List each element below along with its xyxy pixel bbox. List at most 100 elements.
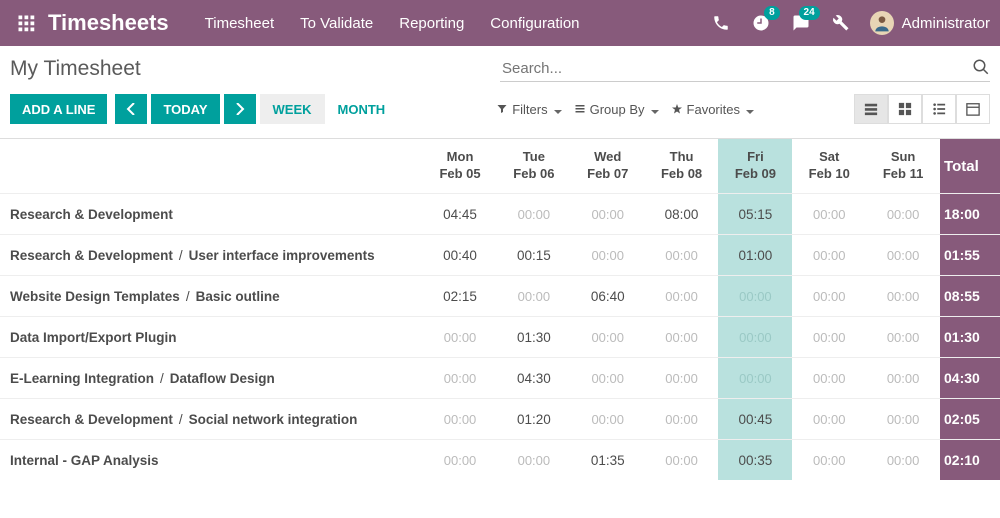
view-calendar-button[interactable]	[956, 94, 990, 124]
row-label[interactable]: Data Import/Export Plugin	[0, 317, 423, 357]
view-kanban-button[interactable]	[888, 94, 922, 124]
next-button[interactable]	[224, 94, 256, 124]
time-cell[interactable]: 02:15	[423, 276, 497, 316]
time-cell[interactable]: 00:00	[423, 440, 497, 480]
grid-header-day: TueFeb 06	[497, 139, 571, 193]
time-cell[interactable]: 00:00	[866, 317, 940, 357]
date-nav: TODAY	[115, 94, 255, 124]
time-cell[interactable]: 06:40	[571, 276, 645, 316]
time-cell[interactable]: 00:00	[718, 276, 792, 316]
grid-header-day: SunFeb 11	[866, 139, 940, 193]
row-label[interactable]: Internal - GAP Analysis	[0, 440, 423, 480]
grid-header-row: MonFeb 05TueFeb 06WedFeb 07ThuFeb 08FriF…	[0, 139, 1000, 193]
row-label[interactable]: Research & Development	[0, 194, 423, 234]
time-cell[interactable]: 05:15	[718, 194, 792, 234]
time-cell[interactable]: 00:00	[792, 358, 866, 398]
grid-header-day: SatFeb 10	[792, 139, 866, 193]
time-cell[interactable]: 00:00	[792, 317, 866, 357]
row-total: 08:55	[940, 276, 1000, 316]
row-label[interactable]: Research & Development/Social network in…	[0, 399, 423, 439]
time-cell[interactable]: 00:00	[792, 399, 866, 439]
range-week-button[interactable]: WEEK	[260, 94, 325, 124]
row-total: 18:00	[940, 194, 1000, 234]
time-cell[interactable]: 00:00	[718, 317, 792, 357]
time-cell[interactable]: 00:00	[423, 399, 497, 439]
time-cell[interactable]: 00:00	[571, 317, 645, 357]
apps-launcher-button[interactable]	[12, 9, 40, 37]
range-month-button[interactable]: MONTH	[325, 94, 399, 124]
time-cell[interactable]: 00:00	[497, 194, 571, 234]
table-row: Research & Development04:4500:0000:0008:…	[0, 193, 1000, 234]
timesheet-grid: MonFeb 05TueFeb 06WedFeb 07ThuFeb 08FriF…	[0, 139, 1000, 480]
time-cell[interactable]: 00:00	[866, 235, 940, 275]
row-label[interactable]: E-Learning Integration/Dataflow Design	[0, 358, 423, 398]
phone-button[interactable]	[710, 12, 732, 34]
time-cell[interactable]: 08:00	[645, 194, 719, 234]
activities-button[interactable]: 8	[750, 12, 772, 34]
time-cell[interactable]: 00:45	[718, 399, 792, 439]
time-cell[interactable]: 00:00	[645, 235, 719, 275]
search-icon[interactable]	[972, 58, 990, 79]
time-cell[interactable]: 00:00	[571, 194, 645, 234]
filters-label: Filters	[512, 102, 547, 117]
time-cell[interactable]: 00:00	[792, 440, 866, 480]
time-cell[interactable]: 00:00	[792, 194, 866, 234]
groupby-dropdown[interactable]: Group By	[574, 102, 659, 117]
search-input[interactable]	[500, 56, 990, 82]
time-cell[interactable]: 00:00	[645, 399, 719, 439]
time-cell[interactable]: 00:00	[645, 440, 719, 480]
view-grid-button[interactable]	[854, 94, 888, 124]
time-cell[interactable]: 00:40	[423, 235, 497, 275]
time-cell[interactable]: 00:00	[571, 399, 645, 439]
time-cell[interactable]: 00:00	[571, 235, 645, 275]
time-cell[interactable]: 00:00	[497, 440, 571, 480]
top-menu-reporting[interactable]: Reporting	[399, 15, 464, 32]
add-line-button[interactable]: ADD A LINE	[10, 94, 107, 124]
top-menu-configuration[interactable]: Configuration	[490, 15, 579, 32]
user-menu[interactable]: Administrator	[870, 11, 990, 35]
top-menu-to-validate[interactable]: To Validate	[300, 15, 373, 32]
activities-badge: 8	[764, 6, 780, 20]
time-cell[interactable]: 01:20	[497, 399, 571, 439]
time-cell[interactable]: 01:35	[571, 440, 645, 480]
apps-grid-icon	[17, 14, 35, 32]
time-cell[interactable]: 00:35	[718, 440, 792, 480]
favorites-dropdown[interactable]: Favorites	[671, 102, 754, 117]
time-cell[interactable]: 00:00	[792, 235, 866, 275]
time-cell[interactable]: 00:00	[645, 276, 719, 316]
time-cell[interactable]: 00:00	[497, 276, 571, 316]
today-button[interactable]: TODAY	[151, 94, 219, 124]
prev-button[interactable]	[115, 94, 147, 124]
time-cell[interactable]: 00:00	[866, 276, 940, 316]
time-cell[interactable]: 00:00	[866, 440, 940, 480]
grid-header-spacer	[0, 139, 423, 193]
time-cell[interactable]: 00:00	[423, 317, 497, 357]
time-cell[interactable]: 00:00	[645, 358, 719, 398]
time-cell[interactable]: 00:00	[866, 358, 940, 398]
time-cell[interactable]: 01:30	[497, 317, 571, 357]
page-title: My Timesheet	[10, 57, 141, 81]
grid-header-day: FriFeb 09	[718, 139, 792, 193]
time-cell[interactable]: 00:00	[571, 358, 645, 398]
row-label[interactable]: Research & Development/User interface im…	[0, 235, 423, 275]
messages-button[interactable]: 24	[790, 12, 812, 34]
time-cell[interactable]: 04:30	[497, 358, 571, 398]
time-cell[interactable]: 00:00	[645, 317, 719, 357]
table-row: Data Import/Export Plugin00:0001:3000:00…	[0, 316, 1000, 357]
kanban-view-icon	[898, 102, 912, 116]
time-cell[interactable]: 00:00	[792, 276, 866, 316]
filters-dropdown[interactable]: Filters	[496, 102, 561, 117]
view-list-button[interactable]	[922, 94, 956, 124]
time-cell[interactable]: 04:45	[423, 194, 497, 234]
debug-button[interactable]	[830, 12, 852, 34]
time-cell[interactable]: 01:00	[718, 235, 792, 275]
top-menu-timesheet[interactable]: Timesheet	[205, 15, 274, 32]
time-cell[interactable]: 00:15	[497, 235, 571, 275]
row-label[interactable]: Website Design Templates/Basic outline	[0, 276, 423, 316]
time-cell[interactable]: 00:00	[866, 399, 940, 439]
time-cell[interactable]: 00:00	[718, 358, 792, 398]
star-icon	[671, 103, 683, 115]
avatar	[870, 11, 894, 35]
time-cell[interactable]: 00:00	[866, 194, 940, 234]
time-cell[interactable]: 00:00	[423, 358, 497, 398]
